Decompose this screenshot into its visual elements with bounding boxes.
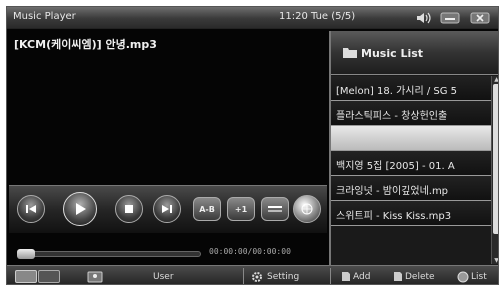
list-scrollbar[interactable]: ▲ ▼ [491, 76, 498, 264]
add-icon [342, 272, 350, 281]
music-list-header: Music List [331, 31, 498, 75]
add-label: Add [353, 271, 371, 282]
app-title: Music Player [13, 11, 76, 22]
divider [243, 268, 244, 284]
track-item[interactable]: [Melon] 18. 가시리 / SG 5 [331, 76, 491, 101]
repeat-label: +1 [234, 204, 248, 214]
time-readout: 00:00:00/00:00:00 [209, 247, 291, 256]
music-player-window: Music Player 11:20 Tue (5/5) [KCM(케이씨엠)]… [6, 6, 499, 285]
user-icon[interactable] [87, 269, 105, 284]
delete-icon [394, 272, 402, 281]
previous-icon [26, 205, 36, 213]
next-icon [162, 205, 172, 213]
progress-bar[interactable] [21, 251, 201, 257]
play-icon [76, 203, 86, 215]
progress-thumb[interactable] [17, 249, 35, 259]
list-label: List [471, 271, 487, 282]
visualizer-button[interactable] [293, 195, 321, 223]
volume-icon[interactable] [415, 10, 433, 26]
track-list: [Melon] 18. 가시리 / SG 5 플라스틱피스 - 창상헌인출 백지… [331, 76, 491, 226]
scroll-up-icon[interactable]: ▲ [493, 76, 498, 83]
title-bar: Music Player 11:20 Tue (5/5) [7, 7, 498, 29]
list-button[interactable]: List [457, 269, 487, 284]
close-icon[interactable] [469, 10, 491, 26]
repeat-button[interactable]: +1 [227, 197, 255, 221]
equalizer-button[interactable] [261, 197, 289, 221]
ab-repeat-button[interactable]: A-B [193, 197, 221, 221]
minimize-icon[interactable] [439, 10, 461, 26]
delete-label: Delete [405, 271, 435, 282]
bottom-bar: User Setting Add Delete List [7, 265, 498, 284]
scroll-thumb[interactable] [493, 84, 498, 234]
user-label[interactable]: User [153, 269, 174, 284]
view-mode-a-button[interactable] [15, 270, 37, 283]
stop-button[interactable] [115, 195, 143, 223]
track-item-selected[interactable] [331, 126, 491, 151]
music-list-panel: Music List [Melon] 18. 가시리 / SG 5 플라스틱피스… [329, 31, 498, 265]
previous-button[interactable] [17, 195, 45, 223]
playback-controls: A-B +1 [9, 185, 327, 233]
track-item[interactable]: 백지영 5집 [2005] - 01. A [331, 151, 491, 176]
stop-icon [125, 205, 133, 213]
add-button[interactable]: Add [341, 269, 370, 284]
delete-button[interactable]: Delete [393, 269, 435, 284]
settings-icon[interactable] [250, 269, 264, 284]
view-mode-b-button[interactable] [38, 270, 60, 283]
clock: 11:20 Tue (5/5) [279, 11, 356, 22]
globe-icon [301, 203, 313, 215]
music-list-title: Music List [361, 47, 424, 60]
divider [330, 268, 331, 284]
next-button[interactable] [153, 195, 181, 223]
track-item[interactable]: 크라잉넛 - 밤이깊었네.mp [331, 176, 491, 201]
settings-label[interactable]: Setting [267, 269, 299, 284]
scroll-down-icon[interactable]: ▼ [493, 257, 498, 264]
ab-repeat-label: A-B [199, 204, 215, 214]
track-item[interactable]: 플라스틱피스 - 창상헌인출 [331, 101, 491, 126]
now-playing-title: [KCM(케이씨엠)] 안녕.mp3 [14, 38, 157, 51]
play-button[interactable] [63, 192, 97, 226]
track-item[interactable]: 스위트피 - Kiss Kiss.mp3 [331, 201, 491, 226]
list-icon [457, 271, 469, 282]
equalizer-icon [268, 206, 282, 212]
folder-icon [343, 48, 357, 58]
